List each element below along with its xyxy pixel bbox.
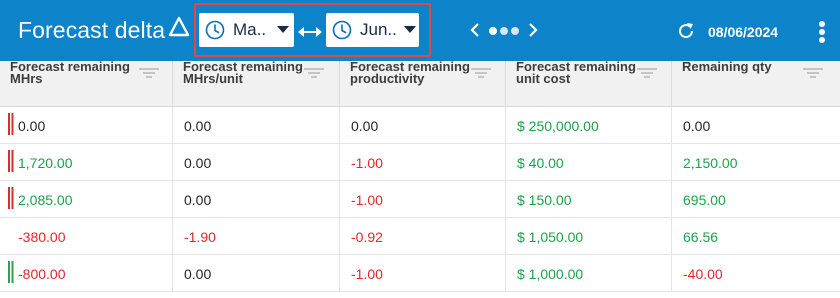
column-header-label: Forecast remaining unit cost: [516, 59, 636, 86]
table-cell[interactable]: 2,150.00: [672, 144, 840, 181]
chevron-left-icon[interactable]: [470, 22, 480, 38]
table-cell[interactable]: 695.00: [672, 181, 840, 218]
variance-marker-icon: [8, 261, 14, 283]
table-cell[interactable]: 0.00: [672, 107, 840, 144]
table-cell[interactable]: -0.92: [340, 218, 506, 255]
table-cell[interactable]: 0.00: [0, 107, 173, 144]
chevron-right-icon[interactable]: [528, 22, 538, 38]
cell-value: -380.00: [18, 229, 66, 245]
filter-icon[interactable]: [470, 67, 492, 79]
cell-value: 2,085.00: [18, 192, 73, 208]
cell-value: -1.00: [351, 155, 383, 171]
variance-marker-icon: [8, 113, 14, 135]
cell-value: $ 250,000.00: [517, 118, 599, 134]
table-row[interactable]: -800.00 0.00 -1.00 $ 1,000.00 -40.00: [0, 255, 840, 292]
cell-value: $ 150.00: [517, 192, 572, 208]
cell-value: 0.00: [184, 266, 212, 282]
table-cell[interactable]: 1,720.00: [0, 144, 173, 181]
cell-value: -1.00: [351, 266, 383, 282]
column-header-forecast-remaining-mhrs-per-unit[interactable]: Forecast remaining MHrs/unit: [173, 59, 340, 107]
top-bar: Forecast delta Ma.. Jun.. 08/06/2024: [0, 0, 840, 61]
table-row[interactable]: 0.00 0.00 0.00 $ 250,000.00 0.00: [0, 107, 840, 144]
caret-down-icon: [404, 26, 416, 33]
column-header-forecast-remaining-mhrs[interactable]: Forecast remaining MHrs: [0, 59, 173, 107]
table-cell[interactable]: 0.00: [173, 144, 340, 181]
table-row[interactable]: 2,085.00 0.00 -1.00 $ 150.00 695.00: [0, 181, 840, 218]
table-cell[interactable]: $ 1,000.00: [506, 255, 672, 292]
table-cell[interactable]: 0.00: [173, 107, 340, 144]
delta-icon[interactable]: [168, 16, 190, 38]
filter-icon[interactable]: [138, 67, 160, 79]
cell-value: -1.00: [351, 192, 383, 208]
page-title: Forecast delta: [18, 17, 166, 43]
table-row[interactable]: -380.00 -1.90 -0.92 $ 1,050.00 66.56: [0, 218, 840, 255]
table-cell[interactable]: 0.00: [173, 255, 340, 292]
to-period-value: Jun..: [360, 20, 397, 39]
filter-icon[interactable]: [303, 67, 325, 79]
cell-value: -0.92: [351, 229, 383, 245]
cell-value: 2,150.00: [683, 155, 738, 171]
column-header-label: Remaining qty: [682, 59, 772, 74]
cell-value: 0.00: [184, 192, 212, 208]
pager-dots-icon[interactable]: [488, 26, 522, 36]
refresh-icon[interactable]: [676, 21, 696, 41]
table-cell[interactable]: $ 1,050.00: [506, 218, 672, 255]
variance-marker-icon: [8, 187, 14, 209]
table-cell[interactable]: -40.00: [672, 255, 840, 292]
cell-value: $ 1,000.00: [517, 266, 584, 282]
grid-header: Forecast remaining MHrs Forecast remaini…: [0, 59, 840, 107]
clock-icon: [205, 20, 225, 40]
cell-value: -800.00: [18, 266, 66, 282]
cell-value: 66.56: [683, 229, 719, 245]
cell-value: 0.00: [184, 155, 212, 171]
swap-arrows-icon[interactable]: [298, 27, 322, 37]
table-cell[interactable]: 0.00: [340, 107, 506, 144]
table-cell[interactable]: 2,085.00: [0, 181, 173, 218]
table-cell[interactable]: -380.00: [0, 218, 173, 255]
filter-icon[interactable]: [636, 67, 658, 79]
table-row[interactable]: 1,720.00 0.00 -1.00 $ 40.00 2,150.00: [0, 144, 840, 181]
kebab-menu-icon[interactable]: [818, 20, 826, 44]
caret-down-icon: [277, 26, 289, 33]
clock-icon: [332, 20, 352, 40]
column-header-forecast-remaining-productivity[interactable]: Forecast remaining productivity: [340, 59, 506, 107]
column-header-label: Forecast remaining MHrs: [10, 59, 130, 86]
table-cell[interactable]: -800.00: [0, 255, 173, 292]
from-period-select[interactable]: Ma..: [199, 13, 294, 47]
table-cell[interactable]: -1.00: [340, 255, 506, 292]
as-of-date: 08/06/2024: [708, 24, 779, 40]
table-cell[interactable]: -1.00: [340, 181, 506, 218]
table-cell[interactable]: 0.00: [173, 181, 340, 218]
cell-value: 0.00: [351, 118, 379, 134]
variance-marker-icon: [8, 150, 14, 172]
cell-value: 1,720.00: [18, 155, 73, 171]
table-cell[interactable]: 66.56: [672, 218, 840, 255]
cell-value: $ 40.00: [517, 155, 564, 171]
column-header-label: Forecast remaining MHrs/unit: [183, 59, 303, 86]
cell-value: 0.00: [18, 118, 46, 134]
cell-value: -40.00: [683, 266, 723, 282]
cell-value: 695.00: [683, 192, 726, 208]
cell-value: 0.00: [683, 118, 711, 134]
table-cell[interactable]: -1.00: [340, 144, 506, 181]
from-period-value: Ma..: [233, 20, 267, 39]
table-cell[interactable]: $ 40.00: [506, 144, 672, 181]
table-cell[interactable]: $ 150.00: [506, 181, 672, 218]
to-period-select[interactable]: Jun..: [326, 13, 419, 47]
column-header-remaining-qty[interactable]: Remaining qty: [672, 59, 840, 107]
table-cell[interactable]: $ 250,000.00: [506, 107, 672, 144]
cell-value: -1.90: [184, 229, 216, 245]
table-cell[interactable]: -1.90: [173, 218, 340, 255]
cell-value: 0.00: [184, 118, 212, 134]
filter-icon[interactable]: [802, 67, 824, 79]
cell-value: $ 1,050.00: [517, 229, 584, 245]
column-header-label: Forecast remaining productivity: [350, 59, 470, 86]
column-header-forecast-remaining-unit-cost[interactable]: Forecast remaining unit cost: [506, 59, 672, 107]
